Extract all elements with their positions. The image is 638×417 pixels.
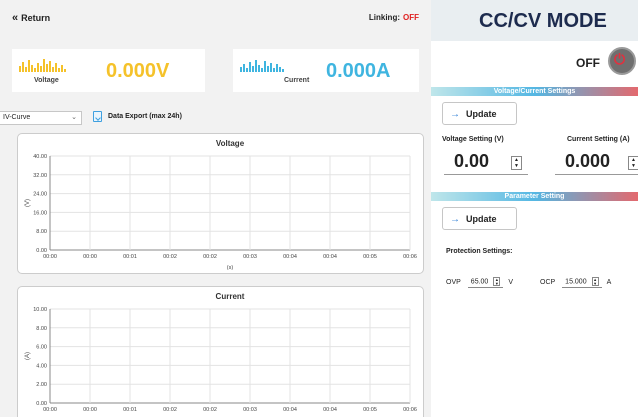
current-waveform-icon	[240, 60, 284, 72]
voltage-chart: Voltage 0.00 8.00 16.00 24.00 32.00 40.00 00:00…	[17, 133, 424, 274]
view-select-value: IV-Curve	[3, 114, 31, 121]
arrow-right-icon: →	[450, 214, 460, 225]
x-tick-label: 00:03	[243, 254, 257, 260]
file-export-icon	[93, 111, 102, 122]
ovp-input[interactable]: 65.00 ▲ ▼	[467, 277, 504, 288]
y-tick-label: 40.00	[33, 154, 47, 160]
x-tick-label: 00:00	[43, 407, 57, 413]
y-tick-label: 8.00	[36, 229, 47, 235]
current-setting-label: Current Setting (A)	[567, 136, 630, 143]
voltage-value: 0.000V	[106, 60, 170, 82]
mode-title: CC/CV MODE	[479, 10, 607, 32]
voltage-setting-label: Voltage Setting (V)	[442, 136, 504, 143]
ocp-value: 15.000	[565, 278, 587, 286]
ocp-label: OCP	[540, 279, 556, 286]
chart-title: Voltage	[216, 139, 245, 148]
x-axis-label: (s)	[227, 265, 234, 271]
current-setting-value: 0.000	[565, 151, 611, 171]
current-chart: Current 0.00 2.00 4.00 6.00 8.00 10.00 00:00 00:…	[17, 286, 424, 417]
ovp-setting: OVP 65.00 ▲ ▼ V	[446, 277, 513, 288]
x-tick-label: 00:04	[283, 254, 297, 260]
y-tick-label: 32.00	[33, 173, 47, 179]
monitor-panel: «Return Linking: OFF Voltage 0.000V Curre…	[0, 0, 431, 417]
y-tick-label: 6.00	[36, 345, 47, 351]
return-label: Return	[21, 13, 51, 23]
current-chart-canvas: Current0.002.004.006.008.0010.0000:00 00:…	[25, 292, 417, 413]
x-tick-label: 00:01	[123, 407, 137, 413]
ovp-value: 65.00	[470, 278, 489, 286]
vc-settings-header: Voltage/Current Settings	[431, 87, 638, 96]
voltage-label: Voltage	[34, 77, 59, 84]
x-tick-label: 00:04	[283, 407, 297, 413]
y-tick-label: 8.00	[36, 326, 47, 332]
ocp-unit: A	[606, 279, 612, 286]
current-value: 0.000A	[326, 60, 391, 82]
x-tick-label: 00:02	[203, 407, 217, 413]
voltage-readout-card: Voltage 0.000V	[12, 49, 205, 92]
y-axis-label: (V)	[25, 199, 31, 207]
current-readout-card: Current 0.000A	[233, 49, 419, 92]
x-tick-label: 00:04	[323, 254, 337, 260]
ocp-setting: OCP 15.000 ▲ ▼ A	[540, 277, 611, 288]
spin-arrows-icon[interactable]: ▲ ▼	[511, 156, 522, 170]
data-export-label: Data Export (max 24h)	[108, 113, 182, 120]
x-tick-label: 00:01	[123, 254, 137, 260]
return-button[interactable]: «Return	[12, 12, 50, 24]
voltage-waveform-icon	[19, 59, 66, 72]
output-state: OFF	[576, 56, 600, 70]
control-panel: CC/CV MODE OFF ⏻ Voltage/Current Setting…	[431, 0, 638, 417]
x-tick-label: 00:05	[363, 407, 377, 413]
linking-status: Linking: OFF	[369, 13, 419, 22]
chevron-down-icon: ⌄	[71, 114, 77, 121]
x-tick-label: 00:02	[163, 254, 177, 260]
y-tick-label: 10.00	[33, 307, 47, 313]
ocp-input[interactable]: 15.000 ▲ ▼	[562, 277, 602, 288]
power-button[interactable]: ⏻	[608, 47, 636, 75]
spin-arrows-icon[interactable]: ▲ ▼	[591, 277, 599, 286]
update-vc-button[interactable]: → Update	[442, 102, 517, 125]
voltage-setting-value: 0.00	[454, 151, 490, 171]
arrow-right-icon: →	[450, 109, 460, 120]
x-tick-label: 00:06	[403, 407, 417, 413]
current-setting-input[interactable]: 0.000 ▲ ▼	[555, 149, 638, 175]
linking-label: Linking:	[368, 13, 400, 22]
ovp-unit: V	[508, 279, 513, 286]
y-tick-label: 2.00	[36, 382, 47, 388]
mode-header: CC/CV MODE	[431, 0, 638, 41]
y-axis-label: (A)	[25, 352, 31, 360]
param-settings-header: Parameter Setting	[431, 192, 638, 201]
voltage-chart-canvas: Voltage0.008.0016.0024.0032.0040.0000:00…	[25, 139, 417, 271]
double-chevron-left-icon: «	[12, 12, 19, 24]
current-label: Current	[284, 77, 310, 84]
update-vc-label: Update	[466, 109, 497, 119]
update-param-button[interactable]: → Update	[442, 207, 517, 230]
spin-arrows-icon[interactable]: ▲ ▼	[493, 277, 501, 286]
x-tick-label: 00:04	[323, 407, 337, 413]
x-tick-label: 00:05	[363, 254, 377, 260]
ovp-label: OVP	[446, 279, 461, 286]
x-tick-label: 00:00	[83, 254, 97, 260]
voltage-setting-input[interactable]: 0.00 ▲ ▼	[444, 149, 528, 175]
update-param-label: Update	[466, 214, 497, 224]
linking-status-value: OFF	[403, 13, 419, 22]
x-tick-label: 00:00	[43, 254, 57, 260]
y-tick-label: 16.00	[33, 210, 47, 216]
x-tick-label: 00:06	[403, 254, 417, 260]
spin-arrows-icon[interactable]: ▲ ▼	[628, 156, 638, 170]
y-tick-label: 4.00	[36, 363, 47, 369]
y-tick-label: 24.00	[33, 192, 47, 198]
x-tick-label: 00:02	[203, 254, 217, 260]
chart-title: Current	[216, 292, 245, 301]
x-tick-label: 00:03	[243, 407, 257, 413]
data-export-button[interactable]: Data Export (max 24h)	[93, 111, 182, 122]
power-icon: ⏻	[614, 51, 626, 67]
view-select[interactable]: IV-Curve ⌄	[0, 111, 82, 125]
x-tick-label: 00:00	[83, 407, 97, 413]
x-tick-label: 00:02	[163, 407, 177, 413]
protection-settings-label: Protection Settings:	[446, 248, 513, 255]
